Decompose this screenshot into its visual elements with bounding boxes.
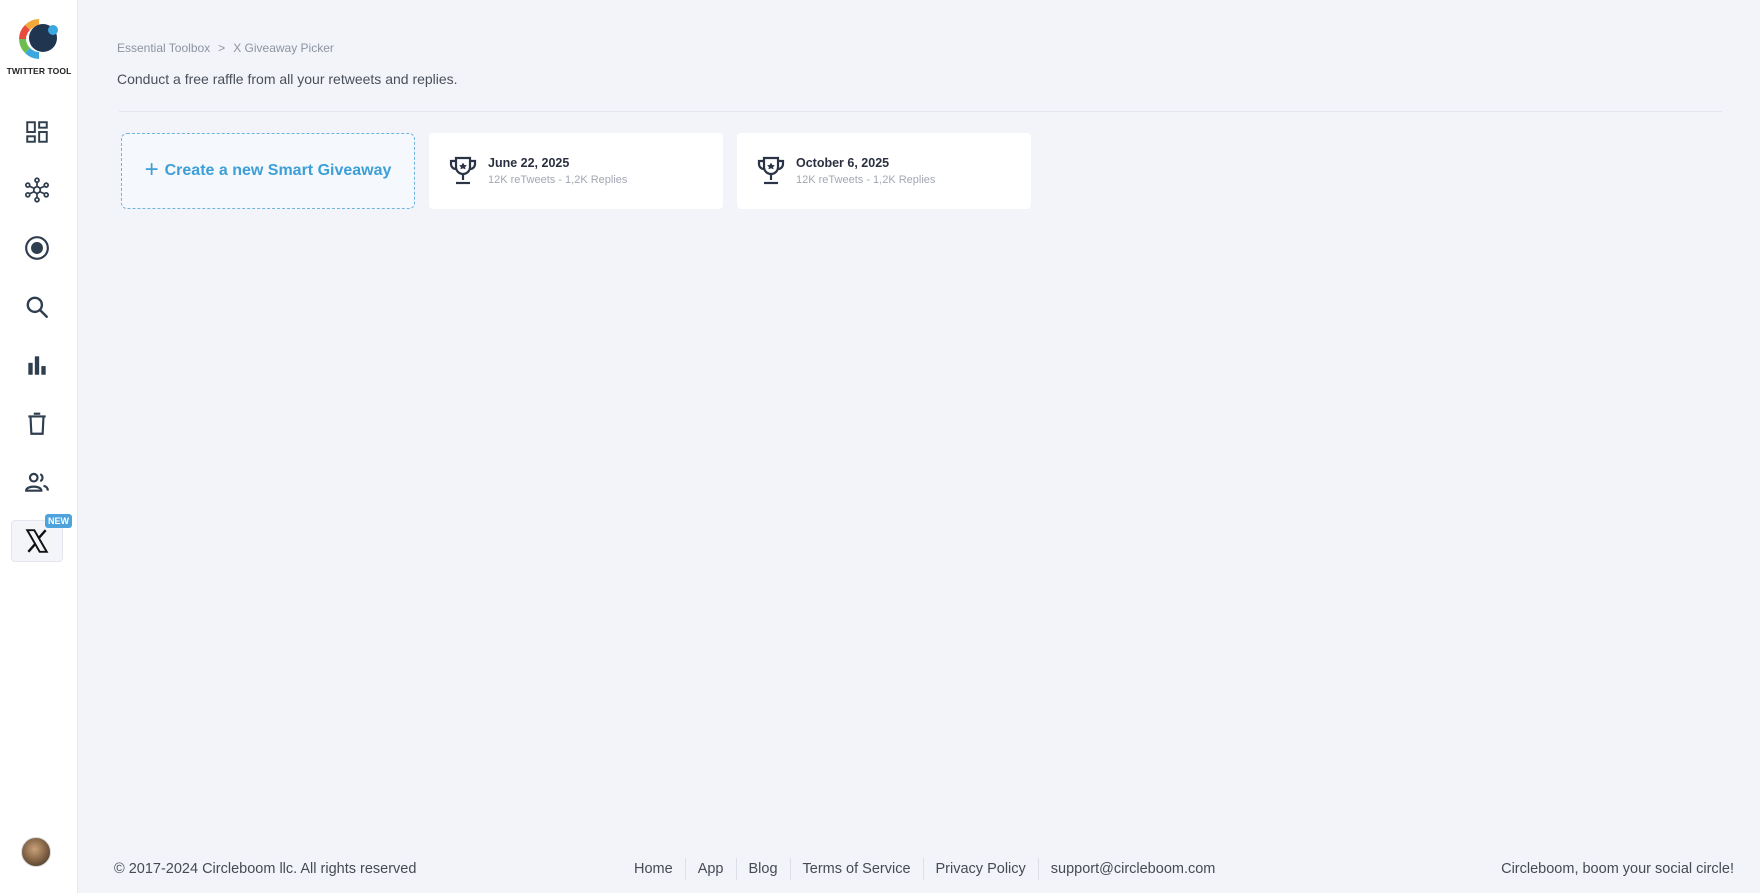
footer: © 2017-2024 Circleboom llc. All rights r… (78, 858, 1760, 882)
giveaway-card[interactable]: October 6, 2025 12K reTweets - 1,2K Repl… (737, 133, 1031, 209)
footer-links: Home App Blog Terms of Service Privacy P… (622, 858, 1227, 880)
giveaway-date: June 22, 2025 (488, 156, 570, 170)
page-subtitle: Conduct a free raffle from all your retw… (117, 71, 458, 87)
bar-chart-icon (28, 356, 46, 375)
giveaway-card[interactable]: June 22, 2025 12K reTweets - 1,2K Replie… (429, 133, 723, 209)
giveaway-stats: 12K reTweets - 1,2K Replies (488, 174, 628, 186)
giveaway-date: October 6, 2025 (796, 156, 890, 170)
search-icon (26, 296, 48, 318)
create-giveaway-button[interactable]: + Create a new Smart Giveaway (121, 133, 415, 209)
footer-link-support-email[interactable]: support@circleboom.com (1037, 858, 1228, 880)
trophy-icon (449, 156, 477, 185)
footer-link-privacy[interactable]: Privacy Policy (922, 858, 1038, 880)
logo-text: TWITTER TOOL (6, 66, 72, 76)
sidebar-item-network[interactable] (11, 169, 63, 211)
record-icon (25, 236, 49, 260)
giveaway-stats: 12K reTweets - 1,2K Replies (796, 174, 936, 186)
footer-link-home[interactable]: Home (622, 858, 685, 880)
header-divider (119, 111, 1722, 112)
plus-icon: + (144, 156, 159, 183)
breadcrumb-separator: > (218, 41, 226, 55)
x-logo-icon (25, 529, 49, 553)
footer-link-blog[interactable]: Blog (735, 858, 790, 880)
breadcrumb-essential-toolbox[interactable]: Essential Toolbox (117, 41, 210, 55)
breadcrumb: Essential Toolbox > X Giveaway Picker (117, 41, 334, 55)
main-content: Essential Toolbox > X Giveaway Picker Co… (78, 0, 1760, 893)
footer-link-terms[interactable]: Terms of Service (789, 858, 923, 880)
copyright-text: © 2017-2024 Circleboom llc. All rights r… (114, 861, 417, 877)
sidebar-item-analytics[interactable] (11, 344, 63, 386)
footer-link-app[interactable]: App (684, 858, 736, 880)
giveaway-info: October 6, 2025 12K reTweets - 1,2K Repl… (796, 156, 935, 186)
sidebar-item-dashboard[interactable] (11, 111, 63, 153)
sidebar: TWITTER TOOL NEW (0, 0, 78, 893)
network-icon (24, 177, 50, 203)
new-badge: NEW (45, 514, 72, 528)
trash-icon (28, 412, 46, 435)
user-avatar[interactable] (21, 837, 51, 867)
app-logo[interactable]: TWITTER TOOL (0, 16, 78, 88)
footer-tagline: Circleboom, boom your social circle! (1501, 861, 1734, 877)
create-giveaway-label: Create a new Smart Giveaway (164, 162, 392, 179)
breadcrumb-current-page: X Giveaway Picker (233, 41, 334, 55)
sidebar-item-x-giveaway[interactable]: NEW (11, 514, 72, 562)
sidebar-item-search[interactable] (11, 286, 63, 328)
sidebar-item-delete[interactable] (11, 403, 63, 445)
dashboard-icon (26, 121, 48, 143)
sidebar-item-users[interactable] (11, 461, 63, 503)
circleboom-logo-icon (19, 19, 58, 59)
users-icon (25, 472, 49, 492)
trophy-icon (757, 156, 785, 185)
sidebar-item-record[interactable] (11, 227, 63, 269)
giveaway-info: June 22, 2025 12K reTweets - 1,2K Replie… (488, 156, 627, 186)
